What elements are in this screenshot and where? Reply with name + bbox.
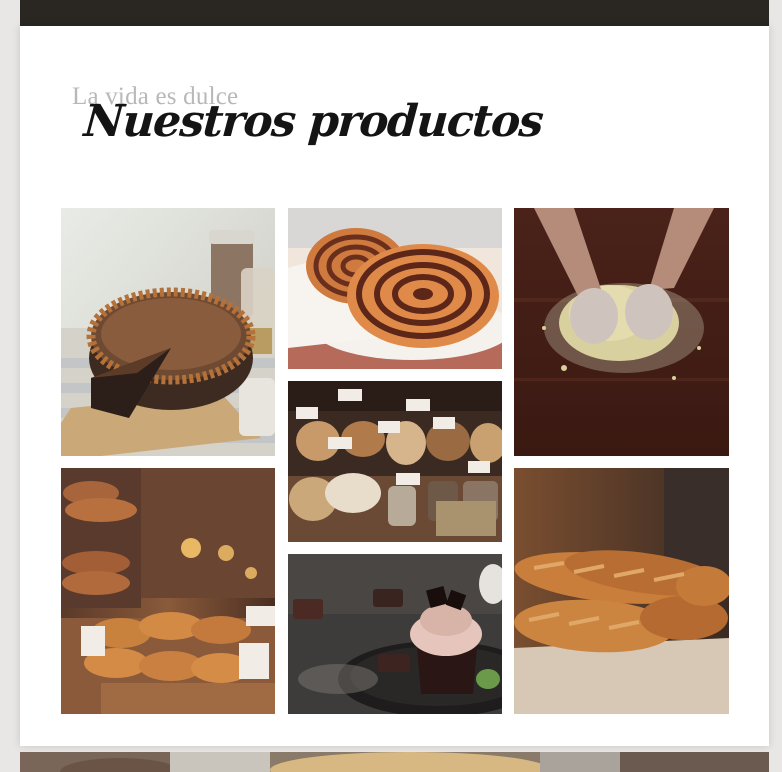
baguette-image-icon bbox=[514, 468, 729, 714]
croissant-image-icon bbox=[61, 468, 275, 714]
gallery-item-chocolate-cake[interactable] bbox=[61, 208, 275, 456]
photo-strip-icon bbox=[20, 752, 769, 772]
gallery-item-chocolate-cupcake[interactable] bbox=[288, 554, 502, 714]
bread-image-icon bbox=[288, 381, 502, 542]
pastry-image-icon bbox=[288, 208, 502, 369]
section-title: Nuestros productos bbox=[82, 96, 544, 147]
gallery-item-cinnamon-rolls[interactable] bbox=[288, 208, 502, 369]
gallery-item-bread-display[interactable] bbox=[288, 381, 502, 542]
gallery-item-croissant-shop[interactable] bbox=[61, 468, 275, 714]
gallery-item-baguettes[interactable] bbox=[514, 468, 729, 714]
dough-image-icon bbox=[514, 208, 729, 456]
top-bar bbox=[20, 0, 769, 26]
cake-image-icon bbox=[61, 208, 275, 456]
cupcake-image-icon bbox=[288, 554, 502, 714]
next-section-image-strip bbox=[20, 752, 769, 772]
gallery-item-kneading-dough[interactable] bbox=[514, 208, 729, 456]
